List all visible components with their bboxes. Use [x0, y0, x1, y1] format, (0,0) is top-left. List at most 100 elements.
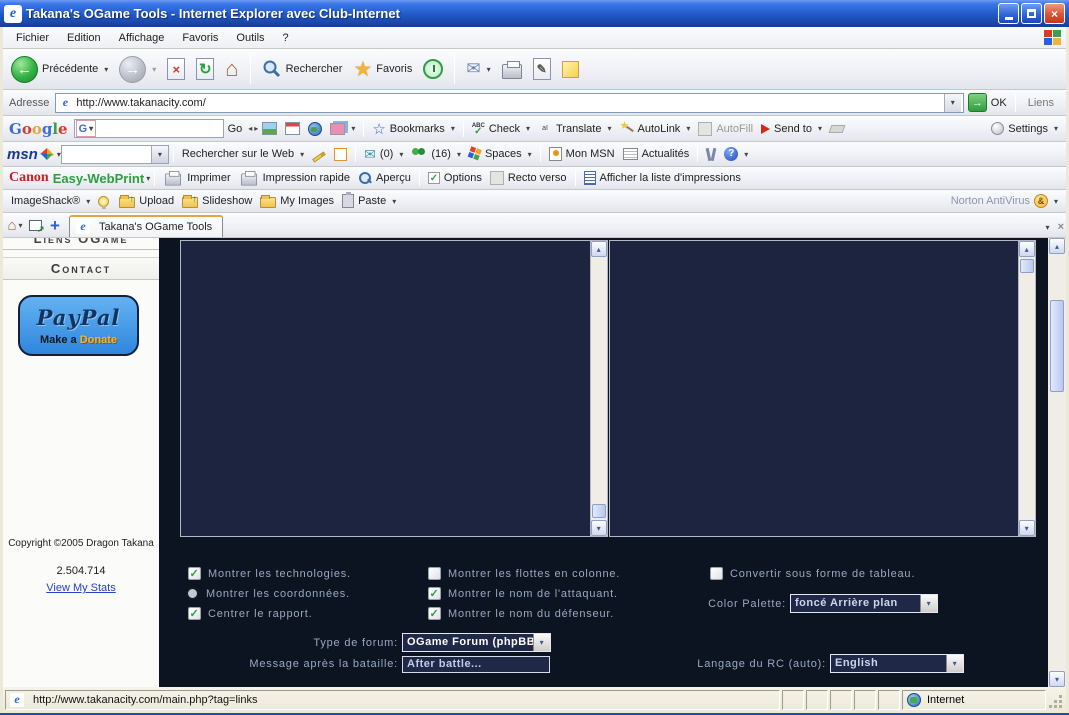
google-settings-button[interactable]: Settings ▾: [987, 120, 1062, 137]
refresh-button[interactable]: ↻: [192, 56, 218, 82]
dropdown-arrow-icon[interactable]: ▾: [920, 595, 937, 612]
scroll-down-icon[interactable]: ▾: [1019, 520, 1035, 536]
paypal-donate-button[interactable]: PayPal Make a Donate: [18, 295, 139, 356]
open-in-new-window-button[interactable]: [26, 217, 44, 234]
messenger-contacts-button[interactable]: (16) ▾: [407, 146, 465, 163]
spellcheck-button[interactable]: ABC✓ Check ▾: [468, 121, 534, 137]
option-fleets-columns[interactable]: Montrer les flottes en colonne.: [428, 567, 620, 580]
scrollbar-thumb[interactable]: [1050, 300, 1064, 392]
close-tab-icon[interactable]: ×: [1058, 221, 1064, 233]
spaces-button[interactable]: Spaces ▾: [465, 146, 536, 162]
msn-mail-button[interactable]: ✉ (0) ▾: [360, 144, 407, 165]
rc-language-select[interactable]: English ▾: [830, 654, 964, 673]
battle-message-input[interactable]: After battle...: [402, 656, 550, 673]
menu-fichier[interactable]: Fichier: [7, 29, 58, 47]
dropdown-arrow-icon[interactable]: ▾: [946, 655, 963, 672]
option-center-report[interactable]: ✓ Centrer le rapport.: [188, 607, 312, 620]
msn-help-button[interactable]: ? ▾: [720, 145, 752, 163]
google-earth-button[interactable]: [304, 120, 326, 138]
tab-takanas-ogame-tools[interactable]: e Takana's OGame Tools: [69, 215, 223, 237]
google-go-button[interactable]: Go: [224, 121, 247, 137]
slideshow-button[interactable]: Slideshow: [178, 192, 256, 210]
scroll-down-icon[interactable]: ▾: [1049, 671, 1065, 687]
checkbox[interactable]: ✓: [188, 607, 201, 620]
menu-edition[interactable]: Edition: [58, 29, 110, 47]
checkbox[interactable]: [428, 567, 441, 580]
title-bar[interactable]: e Takana's OGame Tools - Internet Explor…: [0, 0, 1069, 27]
checkbox[interactable]: [710, 567, 723, 580]
scroll-up-icon[interactable]: ▴: [1049, 238, 1065, 254]
msn-websearch-button[interactable]: Rechercher sur le Web ▾: [178, 146, 308, 162]
sendto-button[interactable]: Send to ▾: [757, 121, 826, 137]
toolbar-overflow-chevron-icon[interactable]: ▾: [1046, 223, 1050, 232]
google-images-button[interactable]: [258, 120, 281, 137]
forum-type-select[interactable]: OGame Forum (phpBB) ▾: [402, 633, 551, 652]
bookmarks-button[interactable]: ☆ Bookmarks ▾: [368, 118, 459, 140]
form-fill-button[interactable]: [330, 146, 351, 163]
close-button[interactable]: ×: [1044, 3, 1065, 24]
scrollbar-thumb[interactable]: [1020, 259, 1034, 273]
report-input-panel[interactable]: ▴ ▾: [180, 240, 608, 537]
easy-webprint-logo[interactable]: Easy-WebPrint: [53, 171, 145, 186]
forward-button[interactable]: → ▾: [115, 54, 160, 85]
autolink-button[interactable]: ★ AutoLink ▾: [616, 120, 695, 138]
back-button[interactable]: ← Précédente ▾: [7, 54, 112, 85]
google-calendar-button[interactable]: [281, 120, 304, 137]
menu-favoris[interactable]: Favoris: [173, 29, 227, 47]
scrollbar-thumb[interactable]: [592, 504, 606, 518]
option-defender-name[interactable]: ✓ Montrer le nom du défenseur.: [428, 607, 614, 620]
mail-chevron-icon[interactable]: ▾: [487, 65, 491, 74]
canon-quickprint-button[interactable]: Impression rapide: [235, 168, 354, 189]
menu-outils[interactable]: Outils: [227, 29, 273, 47]
go-button[interactable]: → OK: [968, 93, 1007, 112]
stop-button[interactable]: ×: [163, 56, 189, 82]
panel-scrollbar[interactable]: ▴ ▾: [590, 241, 607, 536]
canon-options-button[interactable]: ✓ Options: [424, 170, 486, 186]
scroll-down-icon[interactable]: ▾: [591, 520, 607, 536]
msn-search-input[interactable]: ▾: [61, 145, 169, 164]
page-scrollbar[interactable]: ▴ ▾: [1048, 238, 1066, 687]
sidebar-item-contact[interactable]: Contact: [3, 257, 159, 280]
scroll-up-icon[interactable]: ▴: [591, 241, 607, 257]
color-palette-select[interactable]: foncé Arrière plan ▾: [790, 594, 938, 613]
translate-button[interactable]: aï Translate ▾: [534, 121, 615, 137]
back-chevron-icon[interactable]: ▾: [104, 65, 108, 74]
favorites-button[interactable]: ★ Favoris: [349, 55, 416, 84]
highlight-button[interactable]: [308, 147, 330, 161]
news-button[interactable]: Actualités: [619, 146, 694, 162]
option-attacker-name[interactable]: ✓ Montrer le nom de l'attaquant.: [428, 587, 618, 600]
msn-tools-button[interactable]: [702, 146, 720, 163]
edit-button[interactable]: ✎: [529, 56, 555, 82]
option-convert-table[interactable]: Convertir sous forme de tableau.: [710, 567, 915, 580]
canon-print-button[interactable]: Imprimer: [159, 168, 234, 189]
sidebar-item-liens-ogame[interactable]: Liens OGame: [3, 238, 159, 250]
address-url[interactable]: http://www.takanacity.com/: [76, 97, 205, 109]
my-images-button[interactable]: My Images: [256, 192, 338, 210]
menu-affichage[interactable]: Affichage: [110, 29, 174, 47]
links-toolbar-label[interactable]: Liens: [1020, 97, 1062, 109]
upload-button[interactable]: Upload: [115, 192, 178, 210]
address-input[interactable]: e http://www.takanacity.com/ ▾: [55, 93, 963, 113]
address-dropdown-button[interactable]: ▾: [944, 94, 961, 112]
print-button[interactable]: [498, 58, 526, 81]
mon-msn-button[interactable]: Mon MSN: [545, 145, 619, 163]
checkbox[interactable]: ✓: [188, 567, 201, 580]
new-tab-button[interactable]: +: [46, 217, 64, 234]
dropdown-arrow-icon[interactable]: ▾: [533, 634, 550, 651]
canon-printlist-button[interactable]: Afficher la liste d'impressions: [580, 169, 745, 187]
panel-scrollbar[interactable]: ▴ ▾: [1018, 241, 1035, 536]
canon-preview-button[interactable]: Aperçu: [354, 169, 415, 187]
history-button[interactable]: [419, 57, 447, 81]
forward-chevron-icon[interactable]: ▾: [152, 65, 156, 74]
messenger-button[interactable]: [558, 59, 583, 80]
radio-circle[interactable]: [186, 587, 199, 600]
collapse-left-icon[interactable]: ◂: [248, 124, 252, 133]
search-button[interactable]: Rechercher: [258, 57, 347, 81]
home-button[interactable]: ⌂: [221, 57, 242, 81]
imageshack-menu[interactable]: ImageShack® ▾: [7, 193, 94, 209]
scroll-up-icon[interactable]: ▴: [1019, 241, 1035, 257]
option-show-coordinates[interactable]: Montrer les coordonnées.: [186, 587, 350, 600]
resize-grip[interactable]: [1048, 690, 1064, 710]
msn-logo[interactable]: msn: [7, 146, 38, 163]
maximize-button[interactable]: [1021, 3, 1042, 24]
